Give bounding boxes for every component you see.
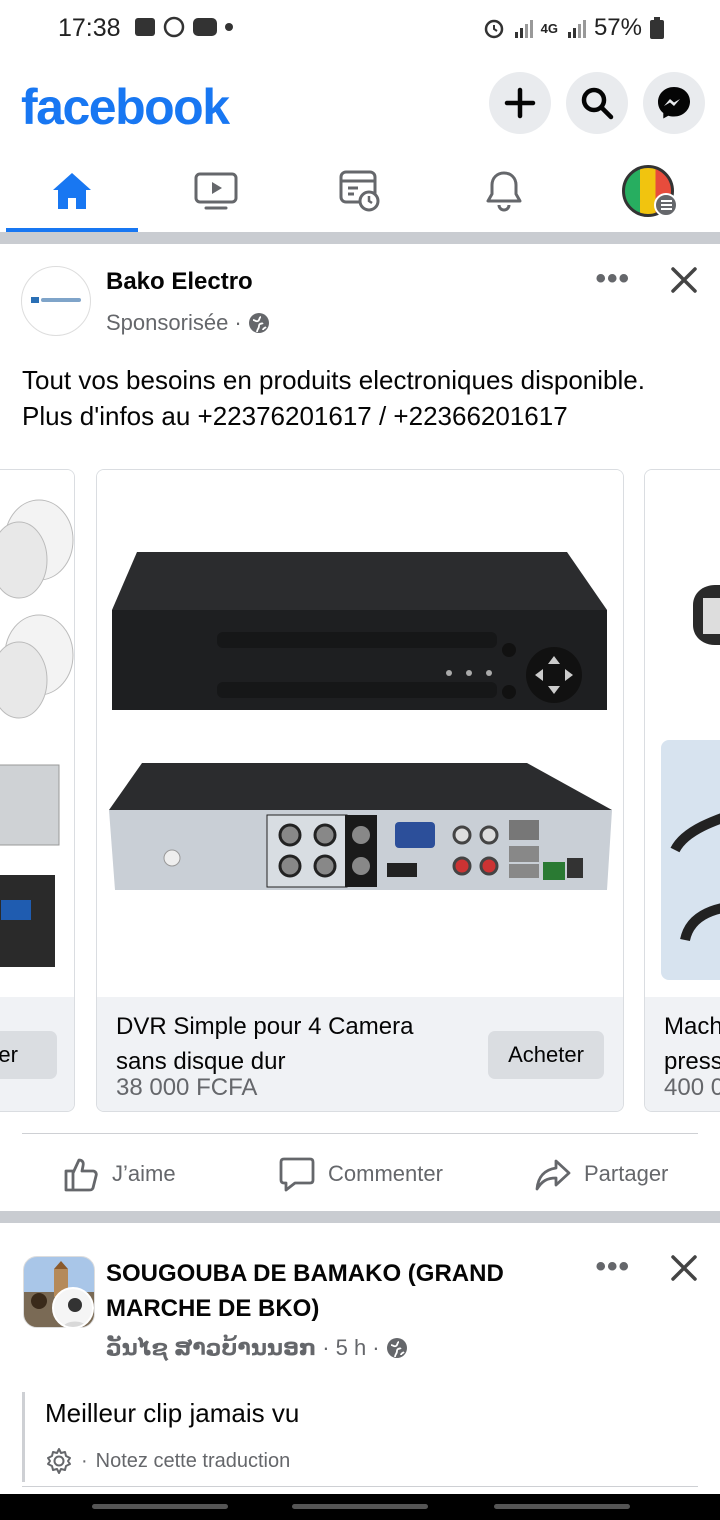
page-name[interactable]: Bako Electro [106, 268, 253, 296]
author-avatar[interactable] [52, 1287, 94, 1329]
buy-button[interactable]: eter [0, 1031, 57, 1079]
share-button[interactable]: Partager [534, 1152, 668, 1196]
signal-icon [514, 20, 533, 38]
tab-memories[interactable] [288, 150, 432, 232]
whatsapp-icon [163, 16, 185, 38]
product-image-cameras [0, 470, 74, 997]
product-price: 38 000 FCFA [116, 1074, 258, 1101]
divider [22, 1486, 698, 1487]
post-time[interactable]: 5 h [336, 1335, 367, 1361]
battery-percent: 57% [593, 14, 642, 41]
app-header: facebook [0, 62, 720, 146]
translation-rating[interactable]: · Notez cette traduction [45, 1447, 290, 1475]
create-button[interactable] [489, 72, 551, 134]
status-bar: 17:38 4G 57% [0, 0, 720, 58]
post-meta: ວັນໄຊ ສາວບ້ານນອກ · 5 h · [106, 1335, 408, 1361]
search-button[interactable] [566, 72, 628, 134]
notification-icons [135, 16, 233, 38]
share-label: Partager [584, 1161, 669, 1186]
meta-separator: · [234, 310, 242, 335]
main-tabs [0, 150, 720, 232]
product-title[interactable]: Mach press [664, 1009, 720, 1079]
sponsored-label[interactable]: Sponsorisée [106, 310, 228, 336]
feed-separator [0, 1211, 720, 1223]
clock: 17:38 [58, 14, 121, 42]
network-type: 4G [540, 20, 558, 36]
group-name-line2: MARCHE DE BKO) [106, 1295, 320, 1322]
translation-bar [22, 1392, 25, 1482]
more-notifications-dot [225, 23, 233, 31]
messenger-button[interactable] [643, 72, 705, 134]
author-name[interactable]: ວັນໄຊ ສາວບ້ານນອກ [106, 1335, 316, 1361]
bell-icon [486, 171, 522, 212]
post-text: Tout vos besoins en produits electroniqu… [22, 362, 712, 434]
meta-separator: · [322, 1335, 330, 1360]
globe-icon [248, 313, 269, 333]
tab-home[interactable] [0, 150, 144, 232]
menu-badge-icon [654, 193, 678, 217]
product-card-prev[interactable]: eter [0, 469, 75, 1112]
product-image-pressure-washer [645, 470, 720, 997]
post-text: Meilleur clip jamais vu [45, 1398, 300, 1428]
product-image-dvr [97, 470, 623, 997]
post-meta: Sponsorisée · [106, 310, 270, 336]
product-title-line1: Mach [664, 1013, 720, 1040]
product-card-dvr[interactable]: DVR Simple pour 4 Camera sans disque dur… [96, 469, 624, 1112]
nav-home[interactable] [292, 1504, 428, 1509]
product-price: 400 0 [664, 1074, 720, 1101]
group-name-line1: SOUGOUBA DE BAMAKO (GRAND [106, 1260, 504, 1287]
tab-watch[interactable] [144, 150, 288, 232]
video-icon [194, 172, 238, 210]
like-label: J’aime [112, 1161, 176, 1186]
memories-icon [339, 170, 380, 212]
status-right: 4G 57% [483, 14, 664, 42]
gear-icon [47, 1448, 71, 1474]
product-title[interactable]: DVR Simple pour 4 Camera sans disque dur [116, 1009, 466, 1079]
post-text-line1: Tout vos besoins en produits electroniqu… [22, 365, 645, 395]
more-options-icon[interactable]: ••• [595, 1250, 630, 1284]
card-info: DVR Simple pour 4 Camera sans disque dur… [97, 997, 623, 1111]
buy-button[interactable]: Acheter [488, 1031, 604, 1079]
globe-icon [386, 1338, 407, 1358]
thumbs-up-icon [64, 1158, 98, 1192]
search-icon [581, 87, 614, 120]
alarm-icon [484, 19, 503, 39]
share-icon [535, 1159, 571, 1191]
meta-separator: · [81, 1449, 88, 1472]
bako-logo-icon [31, 297, 81, 303]
tab-menu[interactable] [576, 150, 720, 232]
translation-rating-label: Notez cette traduction [95, 1449, 291, 1472]
messenger-icon [658, 87, 690, 119]
tab-notifications[interactable] [432, 150, 576, 232]
post-text-line2: Plus d'infos au +22376201617 / +22366201… [22, 401, 568, 431]
meta-separator: · [372, 1335, 380, 1360]
battery-icon [650, 17, 664, 39]
signal-icon-2 [567, 20, 586, 38]
card-info: Mach press 400 0 [645, 997, 720, 1111]
divider [22, 1133, 698, 1134]
nav-back[interactable] [494, 1504, 630, 1509]
feed-separator [0, 232, 720, 244]
comment-button[interactable]: Commenter [278, 1152, 443, 1196]
gallery-icon [135, 18, 155, 36]
nav-recents[interactable] [92, 1504, 228, 1509]
page-avatar[interactable] [21, 266, 91, 336]
system-nav-bar [0, 1494, 720, 1520]
close-icon[interactable] [670, 266, 698, 294]
group-name[interactable]: SOUGOUBA DE BAMAKO (GRAND MARCHE DE BKO) [106, 1256, 586, 1326]
close-icon[interactable] [670, 1254, 698, 1282]
comment-icon [279, 1157, 315, 1192]
facebook-logo[interactable]: facebook [21, 78, 230, 136]
plus-icon [504, 87, 536, 119]
comment-label: Commenter [328, 1161, 443, 1186]
like-button[interactable]: J’aime [62, 1152, 176, 1196]
card-info: eter [0, 997, 74, 1111]
more-options-icon[interactable]: ••• [595, 262, 630, 296]
home-icon [53, 173, 91, 209]
youtube-icon [193, 18, 217, 36]
product-card-next[interactable]: Mach press 400 0 [644, 469, 720, 1112]
